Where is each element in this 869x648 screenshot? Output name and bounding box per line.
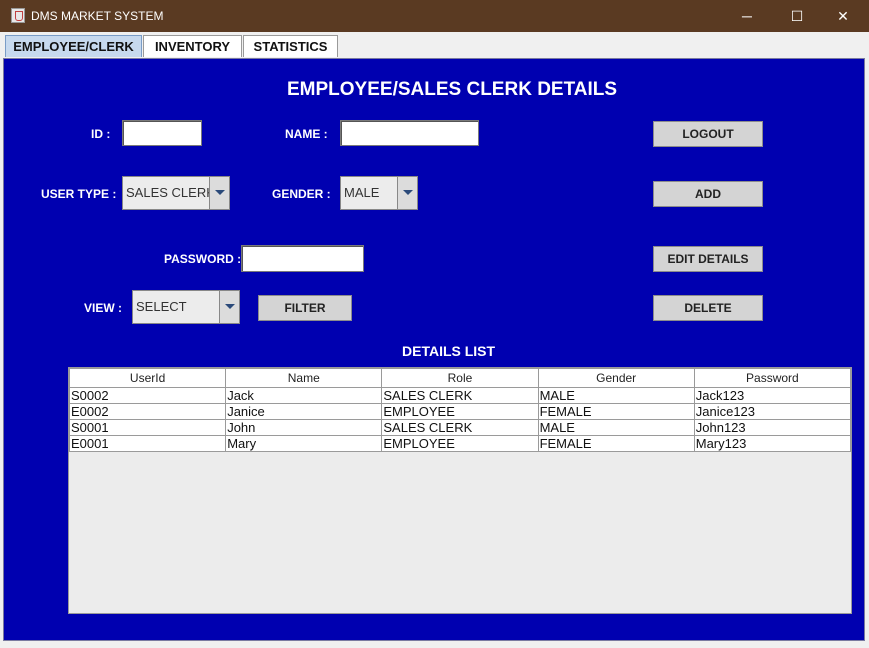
cell-gender: FEMALE	[537, 403, 695, 420]
column-header-role[interactable]: Role	[381, 368, 539, 388]
minimize-icon[interactable]: ─	[724, 0, 770, 32]
close-icon[interactable]: ✕	[820, 0, 866, 32]
table-row[interactable]: E0002 Janice EMPLOYEE FEMALE Janice123	[68, 403, 852, 420]
maximize-icon[interactable]: ☐	[774, 0, 820, 32]
cell-role: EMPLOYEE	[381, 403, 539, 420]
view-value: SELECT	[136, 299, 187, 314]
table-row[interactable]: S0001 John SALES CLERK MALE John123	[68, 419, 852, 436]
gender-value: MALE	[344, 185, 380, 200]
delete-button[interactable]: DELETE	[653, 295, 763, 321]
cell-userid: E0001	[68, 435, 227, 452]
cell-name: Mary	[225, 435, 383, 452]
cell-password: John123	[693, 419, 852, 436]
password-field[interactable]	[241, 245, 364, 272]
page-title: EMPLOYEE/SALES CLERK DETAILS	[287, 79, 618, 100]
add-button[interactable]: ADD	[653, 181, 763, 207]
details-table: UserId Name Role Gender Password S0002 J…	[68, 368, 852, 452]
cell-role: EMPLOYEE	[381, 435, 539, 452]
tab-statistics[interactable]: STATISTICS	[243, 35, 338, 57]
user-type-label: USER TYPE :	[41, 187, 117, 201]
cell-password: Janice123	[693, 403, 852, 420]
chevron-down-icon[interactable]	[397, 177, 417, 209]
gender-dropdown[interactable]: MALE	[340, 176, 418, 210]
cell-role: SALES CLERK	[381, 387, 539, 404]
name-label: NAME :	[285, 127, 328, 141]
details-table-container[interactable]: UserId Name Role Gender Password S0002 J…	[68, 367, 852, 614]
column-header-userid[interactable]: UserId	[68, 368, 227, 388]
details-list-title: DETAILS LIST	[402, 343, 496, 359]
table-header-row: UserId Name Role Gender Password	[68, 368, 852, 388]
password-label: PASSWORD :	[164, 252, 242, 266]
cell-gender: MALE	[537, 387, 695, 404]
view-label: VIEW :	[84, 301, 122, 315]
id-label: ID :	[91, 127, 111, 141]
cell-gender: FEMALE	[537, 435, 695, 452]
column-header-gender[interactable]: Gender	[537, 368, 695, 388]
cell-userid: S0001	[68, 419, 227, 436]
edit-details-button[interactable]: EDIT DETAILS	[653, 246, 763, 272]
table-row[interactable]: S0002 Jack SALES CLERK MALE Jack123	[68, 387, 852, 404]
tab-employee-clerk[interactable]: EMPLOYEE/CLERK	[5, 35, 142, 57]
cell-password: Mary123	[693, 435, 852, 452]
cell-role: SALES CLERK	[381, 419, 539, 436]
cell-gender: MALE	[537, 419, 695, 436]
logout-button[interactable]: LOGOUT	[653, 121, 763, 147]
cell-userid: S0002	[68, 387, 227, 404]
filter-button[interactable]: FILTER	[258, 295, 352, 321]
window-title: DMS MARKET SYSTEM	[31, 9, 164, 23]
employee-panel: EMPLOYEE/SALES CLERK DETAILS ID : NAME :…	[3, 58, 865, 641]
cell-password: Jack123	[693, 387, 852, 404]
cell-name: Janice	[225, 403, 383, 420]
view-dropdown[interactable]: SELECT	[132, 290, 240, 324]
table-row[interactable]: E0001 Mary EMPLOYEE FEMALE Mary123	[68, 435, 852, 452]
column-header-password[interactable]: Password	[693, 368, 852, 388]
user-type-dropdown[interactable]: SALES CLERK	[122, 176, 230, 210]
gender-label: GENDER :	[272, 187, 331, 201]
column-header-name[interactable]: Name	[225, 368, 383, 388]
cell-name: John	[225, 419, 383, 436]
tab-inventory[interactable]: INVENTORY	[143, 35, 242, 57]
name-field[interactable]	[340, 120, 479, 146]
id-field[interactable]	[122, 120, 202, 146]
chevron-down-icon[interactable]	[219, 291, 239, 323]
java-app-icon	[11, 8, 25, 23]
cell-userid: E0002	[68, 403, 227, 420]
chevron-down-icon[interactable]	[209, 177, 229, 209]
user-type-value: SALES CLERK	[126, 185, 215, 200]
cell-name: Jack	[225, 387, 383, 404]
